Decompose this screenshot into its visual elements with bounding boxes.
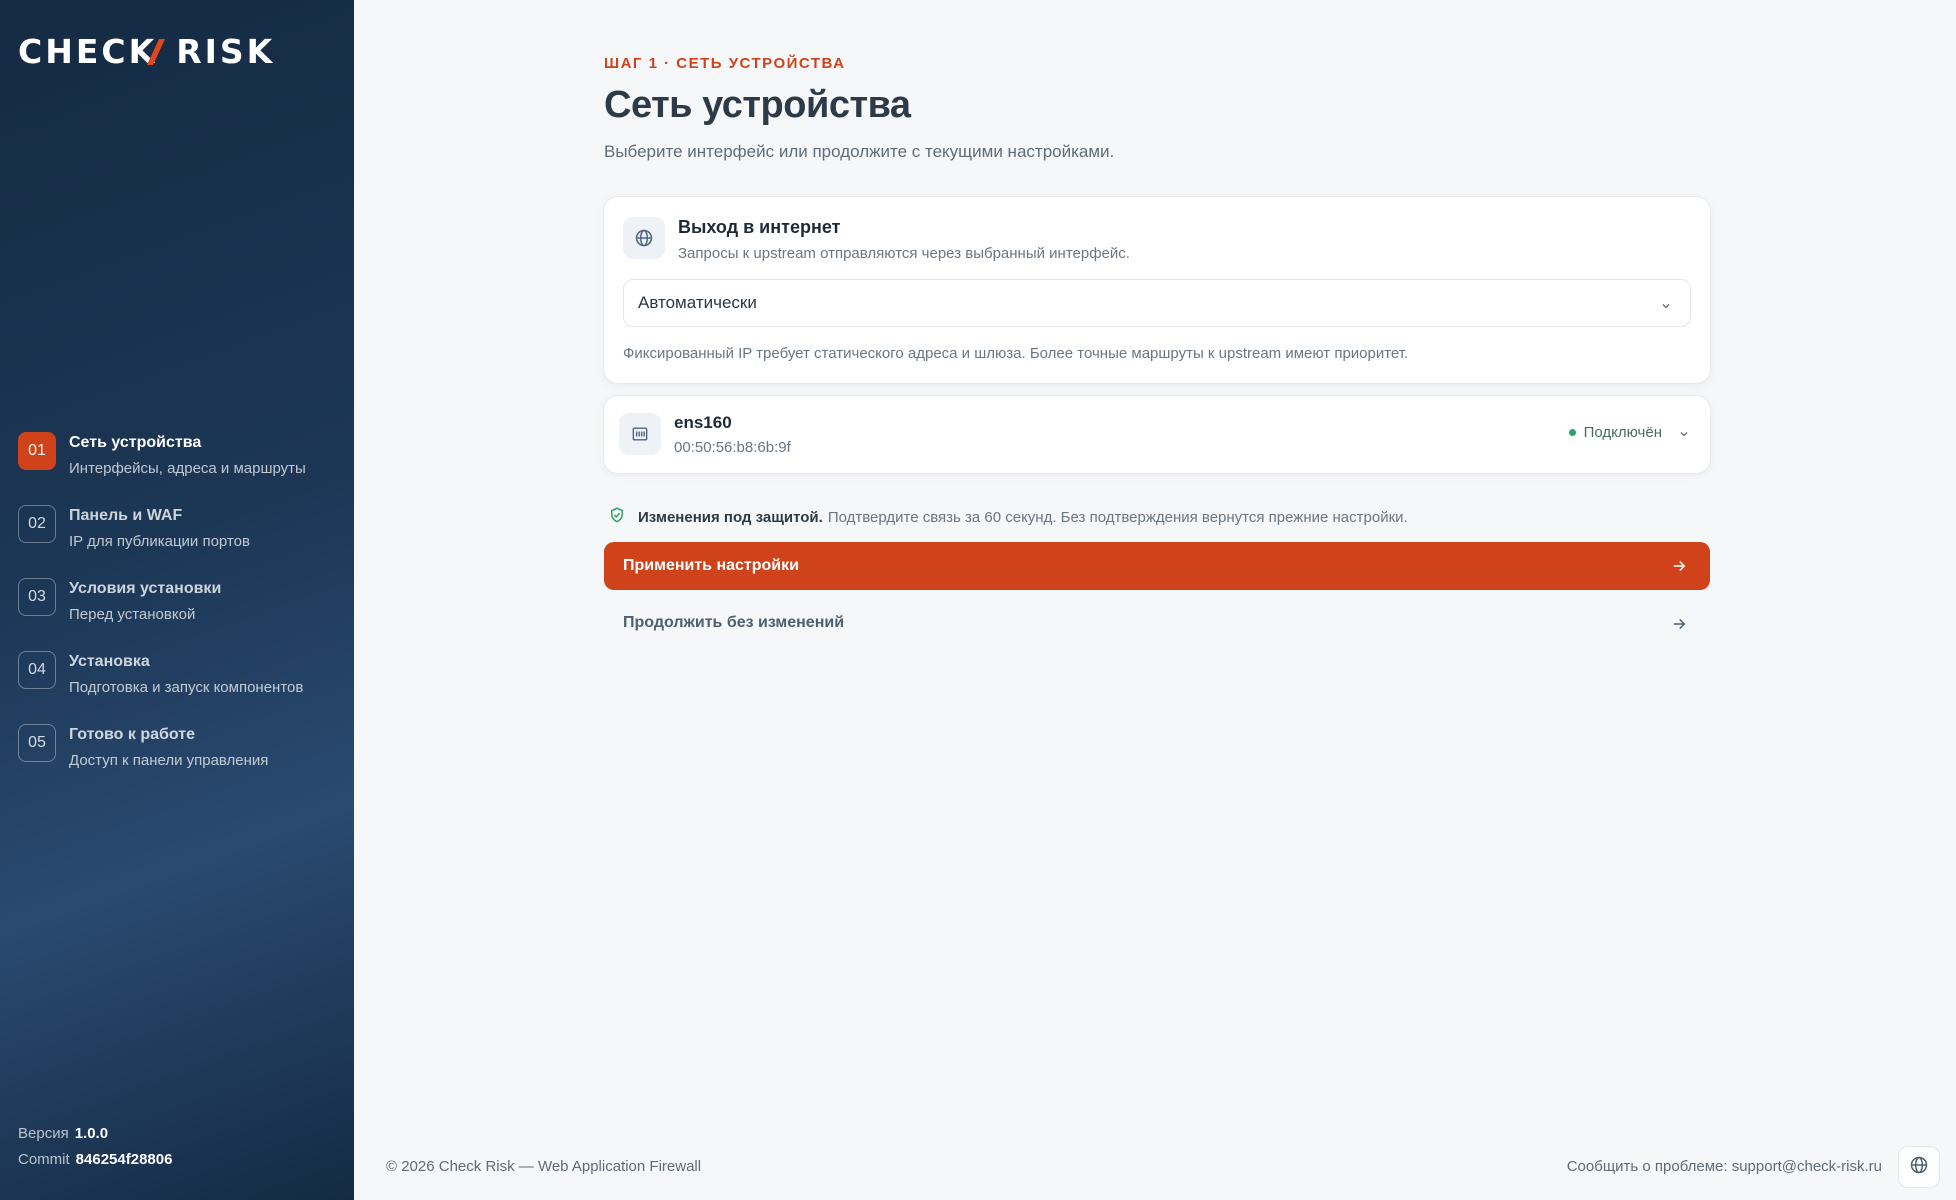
version-label: Версия [18,1125,69,1142]
step-subtitle: Доступ к панели управления [69,752,269,769]
version-value: 1.0.0 [74,1125,109,1142]
logo-text-right: RISK [176,32,276,71]
version-info: Версия 1.0.0 Commit 846254f28806 [18,1121,172,1173]
internet-subtitle: Запросы к upstream отправляются через вы… [678,245,1130,262]
continue-label: Продолжить без изменений [623,614,845,631]
step-subtitle: Подготовка и запуск компонентов [69,679,304,696]
shield-check-icon [608,506,626,528]
step-item-ready[interactable]: 05 Готово к работе Доступ к панели управ… [18,722,348,795]
step-item-panel-waf[interactable]: 02 Панель и WAF IP для публикации портов [18,503,348,576]
globe-icon [1909,1155,1929,1180]
status-text: Подключён [1583,424,1662,441]
step-number: 01 [18,432,56,470]
footer-copyright: © 2026 Check Risk — Web Application Fire… [386,1158,702,1175]
step-number: 04 [18,651,56,689]
internet-hint: Фиксированный IP требует статического ад… [623,345,1409,362]
report-problem-link[interactable]: Сообщить о проблеме: support@check-risk.… [1567,1158,1882,1175]
apply-settings-button[interactable]: Применить настройки [604,542,1710,590]
arrow-right-icon [1670,615,1688,638]
protection-text: Подтвердите связь за 60 секунд. Без подт… [827,508,1408,526]
interface-card[interactable]: ens160 00:50:56:b8:6b:9f Подключён [604,396,1710,473]
arrow-right-icon [1670,557,1688,580]
step-number: 03 [18,578,56,616]
chevron-down-icon [1660,297,1672,317]
language-button[interactable] [1898,1146,1940,1188]
network-card-icon [619,413,661,455]
continue-without-changes-button[interactable]: Продолжить без изменений [604,604,1710,642]
step-kicker: ШАГ 1 · СЕТЬ УСТРОЙСТВА [604,55,846,72]
status-badge: Подключён [1568,424,1662,441]
step-title: Панель и WAF [69,507,183,524]
logo-text-left: CHEC [18,32,129,71]
logo: CHEC K RISK [18,32,275,71]
page-title: Сеть устройства [604,84,911,126]
step-title: Сеть устройства [69,434,202,451]
interface-select[interactable]: Автоматически [623,279,1691,327]
step-subtitle: Перед установкой [69,606,196,623]
protection-bold: Изменения под защитой. [638,508,823,526]
status-dot [1568,429,1576,436]
step-item-install[interactable]: 04 Установка Подготовка и запуск компоне… [18,649,348,722]
step-number: 05 [18,724,56,762]
protection-notice: Изменения под защитой. Подтвердите связь… [608,506,1408,528]
apply-settings-label: Применить настройки [623,557,799,574]
internet-title: Выход в интернет [678,217,841,237]
page-lead: Выберите интерфейс или продолжите с теку… [604,142,1115,161]
step-item-network[interactable]: 01 Сеть устройства Интерфейсы, адреса и … [18,430,348,503]
sidebar: CHEC K RISK 01 Сеть устройства Интерфейсы,… [0,0,354,1200]
steps-nav: 01 Сеть устройства Интерфейсы, адреса и … [18,430,348,795]
interface-select-value: Автоматически [638,293,757,312]
step-title: Готово к работе [69,726,196,743]
globe-icon [623,217,665,259]
interface-mac: 00:50:56:b8:6b:9f [674,439,791,456]
step-subtitle: IP для публикации портов [69,533,250,550]
step-title: Установка [69,653,150,670]
interface-name: ens160 [674,413,732,432]
step-title: Условия установки [69,580,222,597]
step-subtitle: Интерфейсы, адреса и маршруты [69,460,306,477]
commit-label: Commit [18,1151,70,1168]
commit-value: 846254f28806 [75,1151,173,1168]
internet-card: Выход в интернет Запросы к upstream отпр… [604,197,1710,383]
chevron-down-icon[interactable] [1678,427,1690,445]
step-item-conditions[interactable]: 03 Условия установки Перед установкой [18,576,348,649]
step-number: 02 [18,505,56,543]
